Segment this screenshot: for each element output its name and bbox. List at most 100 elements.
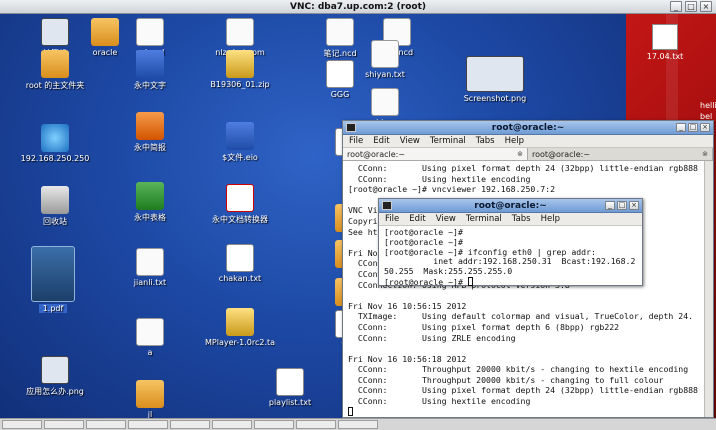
menu-help[interactable]: Help [541,214,560,224]
doc-icon [371,40,399,68]
zip-icon [226,308,254,336]
taskbar-button[interactable] [170,420,210,429]
desktop-icon[interactable]: 永中文档转换器 [205,184,275,225]
close-tab-icon[interactable]: ⊗ [702,150,708,158]
menu-tabs[interactable]: Tabs [512,214,531,224]
menu-terminal[interactable]: Terminal [430,136,466,146]
menu-view[interactable]: View [436,214,456,224]
ppt-icon [136,112,164,140]
desktop-icon-label: 永中简报 [134,143,166,152]
taskbar-button[interactable] [254,420,294,429]
thumb-icon [41,356,69,384]
desktop-icon[interactable]: root 的主文件夹 [20,50,90,91]
desktop-icon[interactable]: 192.168.250.250 [20,124,90,163]
terminal-front-title: root@oracle:~ [474,200,547,211]
terminal-line: [root@oracle ~]# vncviewer 192.168.250.7… [348,184,556,195]
close-tab-icon[interactable]: ⊗ [517,150,523,158]
menu-file[interactable]: File [349,136,363,146]
desktop-icon[interactable]: a [115,318,185,357]
tab-1[interactable]: root@oracle:~ ⊗ [343,148,528,160]
taskbar-button[interactable] [44,420,84,429]
bigthumb-icon [31,246,75,302]
folder-icon [41,50,69,78]
desktop-icon[interactable]: 应用怎么办.png [20,356,90,397]
terminal-front-menubar: File Edit View Terminal Tabs Help [379,213,642,226]
taskbar-button[interactable] [296,420,336,429]
desktop-icon[interactable]: Screenshot.png [460,56,530,103]
maximize-button[interactable]: □ [685,1,697,12]
doc-icon [136,18,164,46]
terminal-line: 50.255 Mask:255.255.255.0 [384,266,513,277]
vnc-titlebar[interactable]: VNC: dba7.up.com:2 (root) _ □ × [0,0,716,14]
menu-tabs[interactable]: Tabs [476,136,495,146]
terminal-line: CConn: Using hextile encoding [348,173,531,184]
terminal-back-tabs: root@oracle:~ ⊗ root@oracle:~ ⊗ [343,148,713,161]
minimize-button[interactable]: _ [605,201,615,210]
desktop-icon-label: shiyan.txt [365,70,405,79]
taskbar-button[interactable] [212,420,252,429]
terminal-window-front[interactable]: root@oracle:~ _ □ × File Edit View Terminal… [378,198,643,287]
desktop-icon[interactable]: 永中简报 [115,112,185,153]
menu-edit[interactable]: Edit [409,214,425,224]
maximize-button[interactable]: □ [688,123,698,132]
desktop-icon-label: playlist.txt [268,398,312,407]
terminal-line: Fri Nov 16 10:56:15 2012 [348,300,467,311]
desktop-icon[interactable]: 1.pdf [18,246,88,315]
desktop-icon[interactable]: MPlayer-1.0rc2.tar.bz2 [205,308,275,347]
close-button[interactable]: × [700,123,710,132]
tab-2[interactable]: root@oracle:~ ⊗ [528,148,713,160]
taskbar-button[interactable] [128,420,168,429]
net-icon [41,124,69,152]
desktop-icon-label: a [147,348,153,357]
desktop-icon[interactable]: shiyan.txt [350,40,420,79]
terminal-line: CConn: Using pixel format depth 6 (8bpp)… [348,321,620,332]
minimize-button[interactable]: _ [676,123,686,132]
desktop-icon-label: chakan.txt [218,274,262,283]
terminal-back-titlebar[interactable]: root@oracle:~ _ □ × [343,121,713,135]
terminal-line: Fri Nov 16 10:56:18 2012 [348,353,467,364]
desktop-icon[interactable]: chakan.txt [205,244,275,283]
close-button[interactable]: × [700,1,712,12]
menu-terminal[interactable]: Terminal [466,214,502,224]
maximize-button[interactable]: □ [617,201,627,210]
text-cursor [348,406,353,416]
doc-icon [371,88,399,116]
desktop-icon-label: Screenshot.png [463,94,527,103]
taskbar-button[interactable] [2,420,42,429]
menu-edit[interactable]: Edit [373,136,389,146]
zip-icon [226,50,254,78]
desktop-icon[interactable]: B19306_01.zip [205,50,275,89]
close-button[interactable]: × [629,201,639,210]
terminal-line: CConn: Using ZRLE encoding [348,332,516,343]
doc-icon [226,18,254,46]
terminal-front-titlebar[interactable]: root@oracle:~ _ □ × [379,199,642,213]
desktop-icon[interactable]: jl [115,380,185,418]
folder-icon [136,380,164,408]
desktop-icon[interactable]: 永中表格 [115,182,185,223]
desktop-icon[interactable]: 回收站 [20,186,90,227]
terminal-front-output[interactable]: [root@oracle ~]# [root@oracle ~]# [root@or… [379,226,642,290]
terminal-line: TXImage: Using default colormap and visu… [348,311,694,322]
taskbar-button[interactable] [86,420,126,429]
red-text: helli bel [700,101,716,121]
desktop-icon-label: jianli.txt [133,278,167,287]
menu-file[interactable]: File [385,214,399,224]
trash-icon [41,186,69,214]
minimize-button[interactable]: _ [670,1,682,12]
doc-icon [136,318,164,346]
desktop-icon[interactable]: 永中文字 [115,50,185,91]
desktop-icon[interactable]: jianli.txt [115,248,185,287]
terminal-icon [382,201,392,210]
desktop-icon[interactable]: $文件.eio [205,122,275,163]
terminal-line: CConn: Using hextile encoding [348,396,531,407]
desktop-icon-label: 回收站 [43,217,67,226]
thumb-icon [41,18,69,46]
taskbar-button[interactable] [338,420,378,429]
menu-view[interactable]: View [400,136,420,146]
red-icon[interactable]: 17.04.txt [630,24,700,61]
terminal-icon [346,123,356,132]
scrollbar[interactable] [704,161,713,417]
desktop-icon[interactable]: playlist.txt [255,368,325,407]
menu-help[interactable]: Help [505,136,524,146]
